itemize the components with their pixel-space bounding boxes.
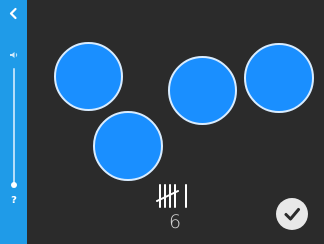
help-button[interactable]: ? [9, 194, 19, 208]
game-screen: ? 6 [0, 0, 324, 244]
confirm-button[interactable] [276, 198, 308, 230]
tally-count: 6 [168, 211, 182, 233]
game-dot[interactable] [168, 56, 237, 125]
tally-marks-icon [156, 184, 187, 208]
speed-slider-track[interactable] [13, 68, 15, 186]
chevron-left-icon [9, 7, 17, 20]
speed-slider-handle[interactable] [11, 182, 17, 188]
game-dot[interactable] [93, 111, 163, 181]
check-icon [284, 208, 300, 221]
back-button[interactable] [5, 5, 22, 22]
game-dot[interactable] [244, 43, 314, 113]
speaker-icon [10, 52, 18, 58]
sidebar: ? [0, 0, 27, 244]
game-dot[interactable] [54, 42, 123, 111]
